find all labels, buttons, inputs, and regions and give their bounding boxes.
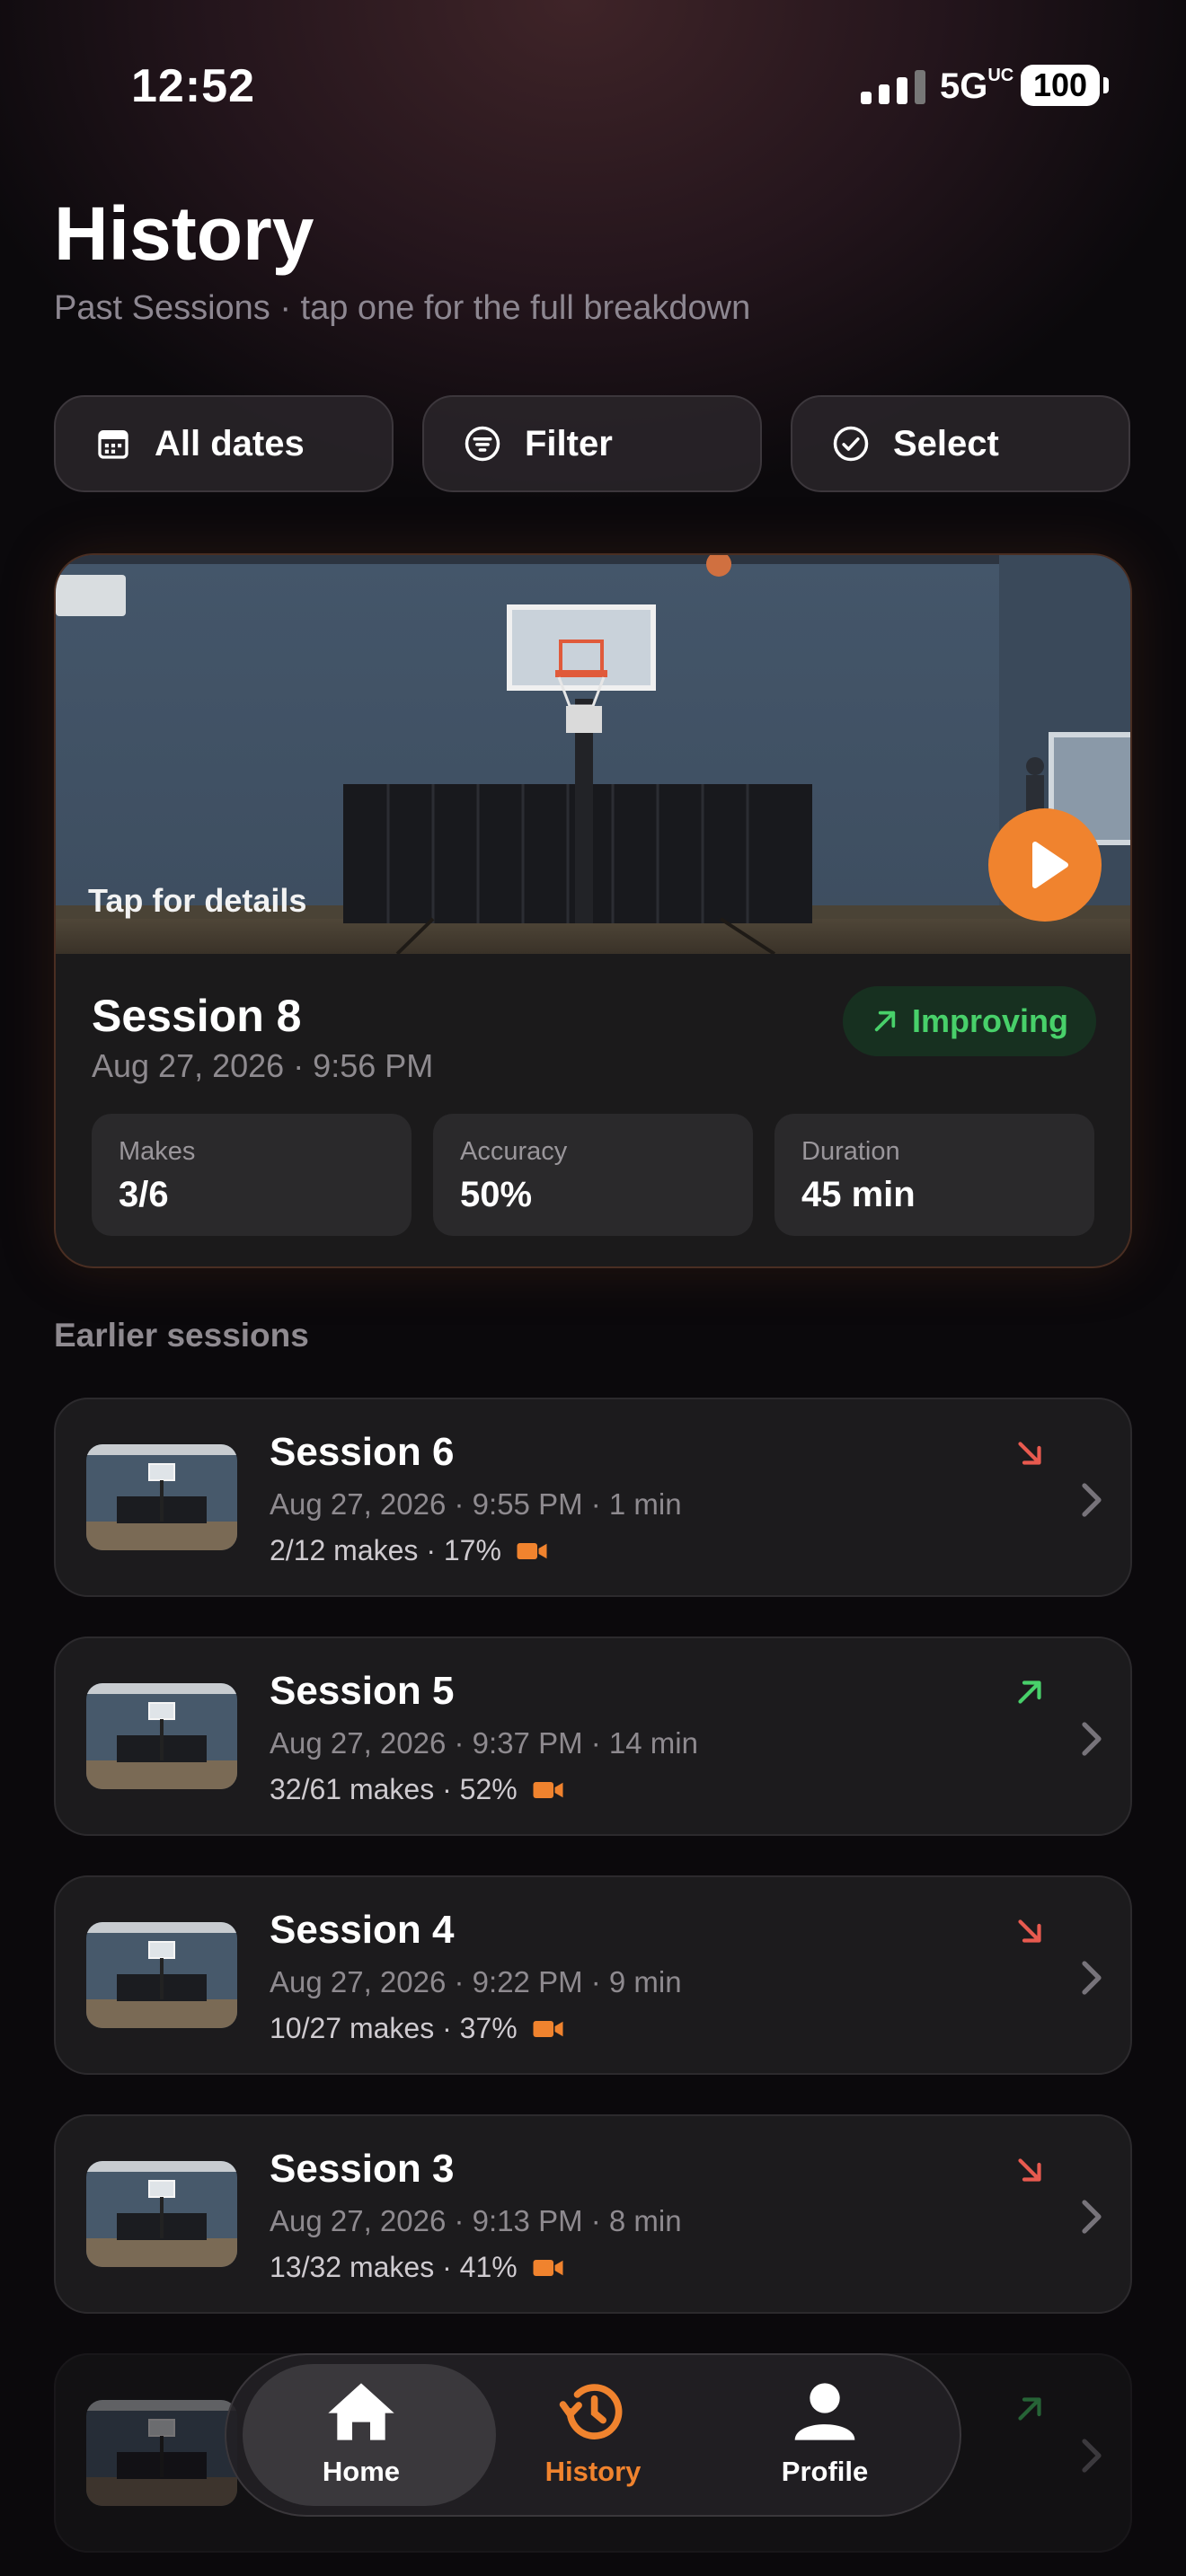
session-stats: 13/32 makes · 41%	[270, 2251, 564, 2284]
trend-down-icon	[1018, 2158, 1041, 2182]
status-time: 12:52	[131, 60, 255, 112]
battery-icon: 100	[1021, 65, 1100, 106]
duration-stat: Duration 45 min	[774, 1114, 1094, 1236]
video-camera-icon	[533, 2259, 563, 2276]
all-dates-label: All dates	[155, 423, 305, 463]
trend-up-icon	[1018, 1681, 1041, 1704]
session-row[interactable]: Session 3 Aug 27, 2026 · 9:13 PM · 8 min 1…	[54, 2114, 1132, 2314]
session-stats-text: 32/61 makes · 52%	[270, 1773, 518, 1805]
chevron-right-icon	[1082, 1961, 1102, 1995]
session-stats: 10/27 makes · 37%	[270, 2012, 564, 2045]
network-label: 5GUC	[940, 66, 1014, 106]
video-camera-icon	[533, 2020, 563, 2037]
session-meta: Aug 27, 2026 · 9:13 PM · 8 min	[270, 2204, 682, 2237]
video-camera-icon	[533, 1781, 563, 1798]
session-row[interactable]: Session 6 Aug 27, 2026 · 9:55 PM · 1 min 2…	[54, 1398, 1132, 1597]
chevron-right-icon	[1082, 2439, 1102, 2473]
filter-icon	[465, 426, 500, 462]
filter-label: Filter	[525, 423, 613, 463]
chevron-right-icon	[1082, 1722, 1102, 1756]
session-title: Session 6	[270, 1430, 455, 1474]
tab-home-label: Home	[322, 2456, 401, 2487]
tab-history[interactable]: History	[503, 2380, 683, 2488]
history-icon	[559, 2384, 623, 2439]
tap-for-details-label: Tap for details	[88, 882, 307, 919]
accuracy-stat: Accuracy 50%	[433, 1114, 753, 1236]
accuracy-stat-value: 50%	[460, 1175, 533, 1214]
featured-session-title: Session 8	[92, 991, 302, 1041]
session-stats: 2/12 makes · 17%	[270, 1534, 548, 1567]
session-stats-text: 10/27 makes · 37%	[270, 2012, 518, 2044]
featured-session-card[interactable]: Tap for details Session 8 Aug 27, 2026 ·…	[54, 553, 1132, 1268]
session-stats-text: 13/32 makes · 41%	[270, 2251, 518, 2283]
session-thumbnail	[86, 1922, 237, 2028]
session-meta: Aug 27, 2026 · 9:22 PM · 9 min	[270, 1965, 682, 1998]
trend-down-icon	[1018, 1442, 1041, 1465]
filter-button[interactable]: Filter	[422, 395, 762, 492]
session-title: Session 5	[270, 1669, 455, 1713]
video-camera-icon	[517, 1542, 547, 1559]
tab-history-label: History	[544, 2456, 642, 2487]
tab-profile-label: Profile	[781, 2456, 869, 2487]
all-dates-button[interactable]: All dates	[54, 395, 394, 492]
play-button[interactable]	[988, 808, 1102, 922]
session-thumbnail	[86, 1683, 237, 1789]
makes-stat: Makes 3/6	[92, 1114, 412, 1236]
trend-up-icon	[1018, 2397, 1041, 2421]
calendar-icon	[98, 430, 128, 459]
chevron-right-icon	[1082, 2200, 1102, 2234]
improving-label: Improving	[911, 1002, 1068, 1039]
accuracy-stat-label: Accuracy	[460, 1137, 568, 1166]
session-thumbnail	[86, 2400, 237, 2506]
trend-down-icon	[1018, 1919, 1041, 1943]
chevron-right-icon	[1082, 1483, 1102, 1517]
featured-session-date: Aug 27, 2026 · 9:56 PM	[92, 1047, 434, 1084]
tab-home[interactable]: Home	[271, 2380, 451, 2488]
battery-tip	[1103, 77, 1109, 93]
page-subtitle: Past Sessions · tap one for the full bre…	[54, 289, 751, 327]
tab-profile[interactable]: Profile	[735, 2380, 915, 2488]
cellular-signal-icon	[861, 68, 925, 104]
session-title: Session 3	[270, 2147, 455, 2191]
duration-stat-value: 45 min	[801, 1175, 916, 1214]
session-row[interactable]: Session 4 Aug 27, 2026 · 9:22 PM · 9 min 1…	[54, 1875, 1132, 2075]
session-meta: Aug 27, 2026 · 9:55 PM · 1 min	[270, 1487, 682, 1521]
session-thumbnail	[86, 1444, 237, 1550]
home-icon	[328, 2383, 394, 2440]
makes-stat-value: 3/6	[119, 1175, 169, 1214]
trend-up-icon	[874, 1010, 896, 1032]
session-thumbnail	[86, 2161, 237, 2267]
makes-stat-label: Makes	[119, 1137, 196, 1166]
page-title: History	[54, 191, 314, 276]
person-icon	[794, 2383, 855, 2440]
session-stats: 32/61 makes · 52%	[270, 1773, 564, 1806]
duration-stat-label: Duration	[801, 1137, 900, 1166]
session-title: Session 4	[270, 1908, 455, 1952]
improving-badge: Improving	[843, 986, 1096, 1056]
select-button[interactable]: Select	[791, 395, 1130, 492]
play-icon	[1032, 842, 1068, 888]
section-label: Earlier sessions	[54, 1317, 309, 1354]
session-meta: Aug 27, 2026 · 9:37 PM · 14 min	[270, 1726, 698, 1760]
select-label: Select	[893, 423, 999, 463]
session-row[interactable]: Session 5 Aug 27, 2026 · 9:37 PM · 14 min…	[54, 1636, 1132, 1836]
session-stats-text: 2/12 makes · 17%	[270, 1534, 501, 1566]
check-circle-icon	[833, 426, 869, 462]
